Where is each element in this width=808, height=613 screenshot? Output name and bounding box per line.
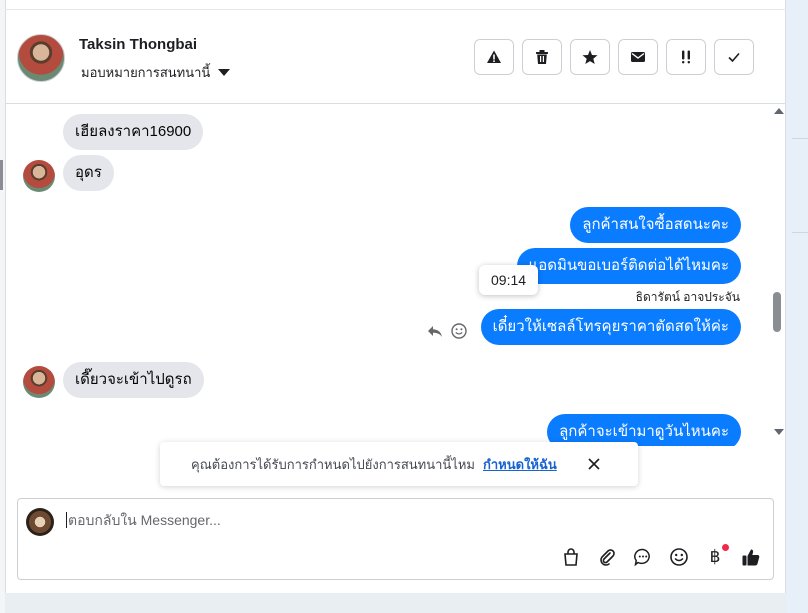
assign-to-me-link[interactable]: กำหนดให้ฉัน (483, 454, 557, 475)
contact-avatar[interactable] (17, 34, 65, 82)
double-exclamation-icon (682, 50, 690, 64)
right-divider (792, 232, 808, 233)
notification-dot (722, 544, 729, 551)
react-smiley-icon[interactable] (451, 323, 467, 343)
smiley-icon (670, 548, 688, 566)
sender-label: ธิดารัตน์ อาจประจัน (635, 290, 740, 304)
contact-avatar-small (23, 366, 55, 398)
check-icon (728, 52, 740, 63)
like-button[interactable] (740, 546, 762, 568)
left-edge-marker (0, 160, 3, 190)
reply-composer: ฿ (17, 498, 774, 580)
message-bubble-incoming[interactable]: เดี๊ยวจะเข้าไปดูรถ (63, 362, 204, 398)
scroll-down-arrow[interactable] (774, 429, 784, 435)
caret-down-icon (218, 69, 231, 76)
page-avatar (26, 508, 54, 536)
contact-name[interactable]: Taksin Thongbai (79, 36, 197, 53)
contact-avatar-small (23, 160, 55, 192)
right-background (786, 0, 808, 613)
message-bubble-outgoing[interactable]: แอดมินขอเบอร์ติดต่อได้ไหมคะ (516, 248, 741, 284)
shopping-bag-icon (564, 548, 578, 566)
message-bubble-incoming[interactable]: อุดร (63, 155, 114, 191)
warning-icon (487, 50, 501, 63)
timestamp-tooltip: 09:14 (479, 265, 539, 295)
star-icon (582, 50, 598, 64)
scroll-up-arrow[interactable] (774, 108, 784, 114)
assign-conversation-dropdown[interactable]: มอบหมายการสนทนานี้ (81, 62, 231, 83)
envelope-icon (631, 52, 645, 62)
baht-icon: ฿ (709, 547, 721, 566)
star-button[interactable] (570, 39, 610, 75)
report-button[interactable] (474, 39, 514, 75)
message-thread[interactable]: เฮียลงราคา16900 อุดร ลูกค้าสนใจซื้อสดนะค… (5, 104, 786, 446)
message-bubble-outgoing[interactable]: ลูกค้าสนใจซื้อสดนะคะ (570, 207, 741, 243)
reply-icon[interactable] (427, 323, 443, 343)
emoji-button[interactable] (668, 546, 690, 568)
right-divider (792, 138, 808, 139)
reply-input[interactable] (66, 512, 666, 528)
message-bubble-incoming[interactable]: เฮียลงราคา16900 (63, 114, 204, 150)
saved-replies-button[interactable] (632, 546, 654, 568)
paperclip-icon (600, 549, 615, 566)
shop-bag-button[interactable] (560, 546, 582, 568)
assign-label: มอบหมายการสนทนานี้ (81, 65, 211, 80)
trash-icon (536, 50, 548, 64)
mark-unread-button[interactable] (618, 39, 658, 75)
attach-button[interactable] (596, 546, 618, 568)
scrollbar-thumb[interactable] (773, 292, 781, 332)
notice-text: คุณต้องการได้รับการกำหนดไปยังการสนทนานี้… (191, 456, 475, 472)
mark-done-button[interactable] (714, 39, 754, 75)
thumbs-up-icon (742, 549, 760, 566)
assignment-notice: คุณต้องการได้รับการกำหนดไปยังการสนทนานี้… (160, 442, 638, 486)
close-icon[interactable] (584, 454, 604, 474)
delete-button[interactable] (522, 39, 562, 75)
priority-button[interactable] (666, 39, 706, 75)
conversation-header: Taksin Thongbai มอบหมายการสนทนานี้ (5, 10, 786, 104)
chat-bubble-icon (634, 548, 650, 567)
message-bubble-outgoing[interactable]: เดี๋ยวให้เซลล์โทรคุยราคาตัดสดให้ค่ะ (480, 309, 741, 345)
